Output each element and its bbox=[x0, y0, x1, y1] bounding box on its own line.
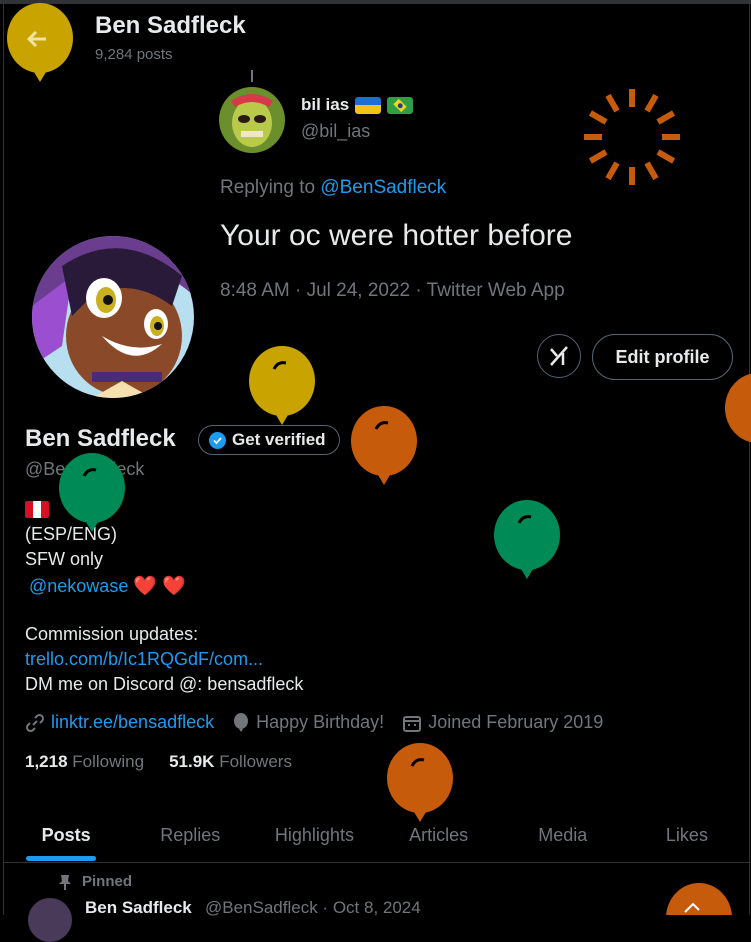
thread-line bbox=[251, 70, 253, 82]
tab-posts[interactable]: Posts bbox=[4, 808, 128, 862]
tab-media[interactable]: Media bbox=[501, 808, 625, 862]
tweet-text: Your oc were hotter before bbox=[220, 219, 573, 252]
website-link[interactable]: linktr.ee/bensadfleck bbox=[51, 712, 214, 733]
post-author-meta: @BenSadfleck · Oct 8, 2024 bbox=[205, 898, 421, 917]
tab-highlights[interactable]: Highlights bbox=[252, 808, 376, 862]
balloon-icon bbox=[666, 883, 732, 915]
follow-stats: 1,218 Following 51.9K Followers bbox=[25, 752, 292, 772]
top-border bbox=[0, 0, 751, 4]
profile-tabs: Posts Replies Highlights Articles Media … bbox=[4, 808, 749, 862]
bio-discord: DM me on Discord @: bensadfleck bbox=[25, 674, 304, 694]
website-item[interactable]: linktr.ee/bensadfleck bbox=[25, 712, 214, 733]
tweet-meta: 8:48 AM · Jul 24, 2022 · Twitter Web App bbox=[220, 280, 565, 301]
joined-text: Joined February 2019 bbox=[428, 712, 604, 732]
grok-button[interactable] bbox=[537, 334, 581, 378]
post-count: 9,284 posts bbox=[95, 46, 173, 63]
left-border bbox=[3, 0, 4, 915]
balloon-icon bbox=[351, 406, 417, 485]
replying-to-handle: @BenSadfleck bbox=[320, 177, 447, 198]
get-verified-button[interactable]: Get verified bbox=[198, 425, 340, 455]
header-title: Ben Sadfleck bbox=[95, 12, 246, 39]
spinner-tick bbox=[588, 149, 608, 164]
heart-icon: ❤️ bbox=[162, 576, 186, 597]
link-icon bbox=[25, 713, 45, 732]
active-tab-indicator bbox=[26, 856, 96, 861]
ukraine-flag-icon bbox=[355, 96, 382, 114]
bio-sfw: SFW only bbox=[25, 549, 104, 569]
bio-commission-label: Commission updates: bbox=[25, 624, 199, 644]
joined-item: Joined February 2019 bbox=[402, 712, 603, 733]
profile-avatar[interactable] bbox=[28, 232, 198, 402]
post-author-name[interactable]: Ben Sadfleck bbox=[85, 898, 192, 918]
balloon-icon bbox=[494, 500, 560, 579]
spinner-tick bbox=[644, 161, 659, 181]
following-link[interactable]: 1,218 Following bbox=[25, 752, 144, 772]
spinner-tick bbox=[644, 93, 659, 113]
followers-count: 51.9K bbox=[169, 752, 215, 771]
replying-to: Replying to @BenSadfleck bbox=[220, 177, 446, 199]
tweet-author-name-text: bil ias bbox=[301, 95, 350, 114]
balloon-icon bbox=[234, 712, 249, 732]
brazil-flag-icon bbox=[387, 96, 414, 114]
loading-spinner-icon bbox=[584, 89, 680, 185]
back-balloon-icon[interactable] bbox=[6, 2, 74, 86]
right-border bbox=[749, 0, 750, 915]
balloon-icon bbox=[387, 743, 453, 822]
balloon-icon bbox=[59, 453, 125, 532]
verified-badge-icon bbox=[209, 431, 226, 449]
profile-meta: linktr.ee/bensadfleck Happy Birthday! Jo… bbox=[25, 712, 621, 733]
birthday-text: Happy Birthday! bbox=[256, 712, 385, 732]
pin-icon bbox=[59, 874, 71, 890]
peru-flag-icon bbox=[25, 501, 49, 518]
birthday-item: Happy Birthday! bbox=[232, 712, 384, 733]
get-verified-label: Get verified bbox=[232, 430, 326, 449]
heart-icon: ❤️ bbox=[133, 576, 158, 597]
spinner-tick bbox=[656, 149, 676, 164]
post-author-avatar[interactable] bbox=[28, 898, 72, 942]
partner-link[interactable]: @nekowase bbox=[29, 576, 128, 596]
pinned-indicator: Pinned bbox=[58, 873, 132, 890]
followers-link[interactable]: 51.9K Followers bbox=[169, 752, 292, 772]
tweet-author-name: bil ias bbox=[301, 95, 414, 115]
commission-link[interactable]: trello.com/b/Ic1RQGdF/com... bbox=[25, 649, 263, 670]
tab-likes[interactable]: Likes bbox=[625, 808, 749, 862]
balloon-icon bbox=[249, 346, 315, 425]
pinned-label: Pinned bbox=[82, 873, 133, 890]
spinner-tick bbox=[605, 93, 620, 113]
tweet-author-handle: @bil_ias bbox=[301, 121, 371, 141]
replying-to-prefix: Replying to bbox=[220, 177, 321, 198]
followers-label: Followers bbox=[219, 752, 292, 771]
following-label: Following bbox=[72, 752, 145, 771]
tab-replies[interactable]: Replies bbox=[128, 808, 252, 862]
following-count: 1,218 bbox=[25, 752, 68, 771]
bio-partner: @nekowase ❤️ ❤️ bbox=[29, 574, 186, 598]
calendar-icon bbox=[403, 715, 422, 732]
spinner-tick bbox=[605, 161, 620, 181]
tabs-divider bbox=[4, 862, 749, 863]
edit-profile-button[interactable]: Edit profile bbox=[592, 334, 733, 380]
spinner-tick bbox=[656, 110, 676, 125]
balloon-icon bbox=[725, 373, 751, 443]
spinner-tick bbox=[588, 110, 608, 125]
tweet-author-avatar bbox=[219, 87, 285, 153]
grok-icon bbox=[550, 346, 568, 366]
profile-name: Ben Sadfleck bbox=[25, 425, 176, 452]
